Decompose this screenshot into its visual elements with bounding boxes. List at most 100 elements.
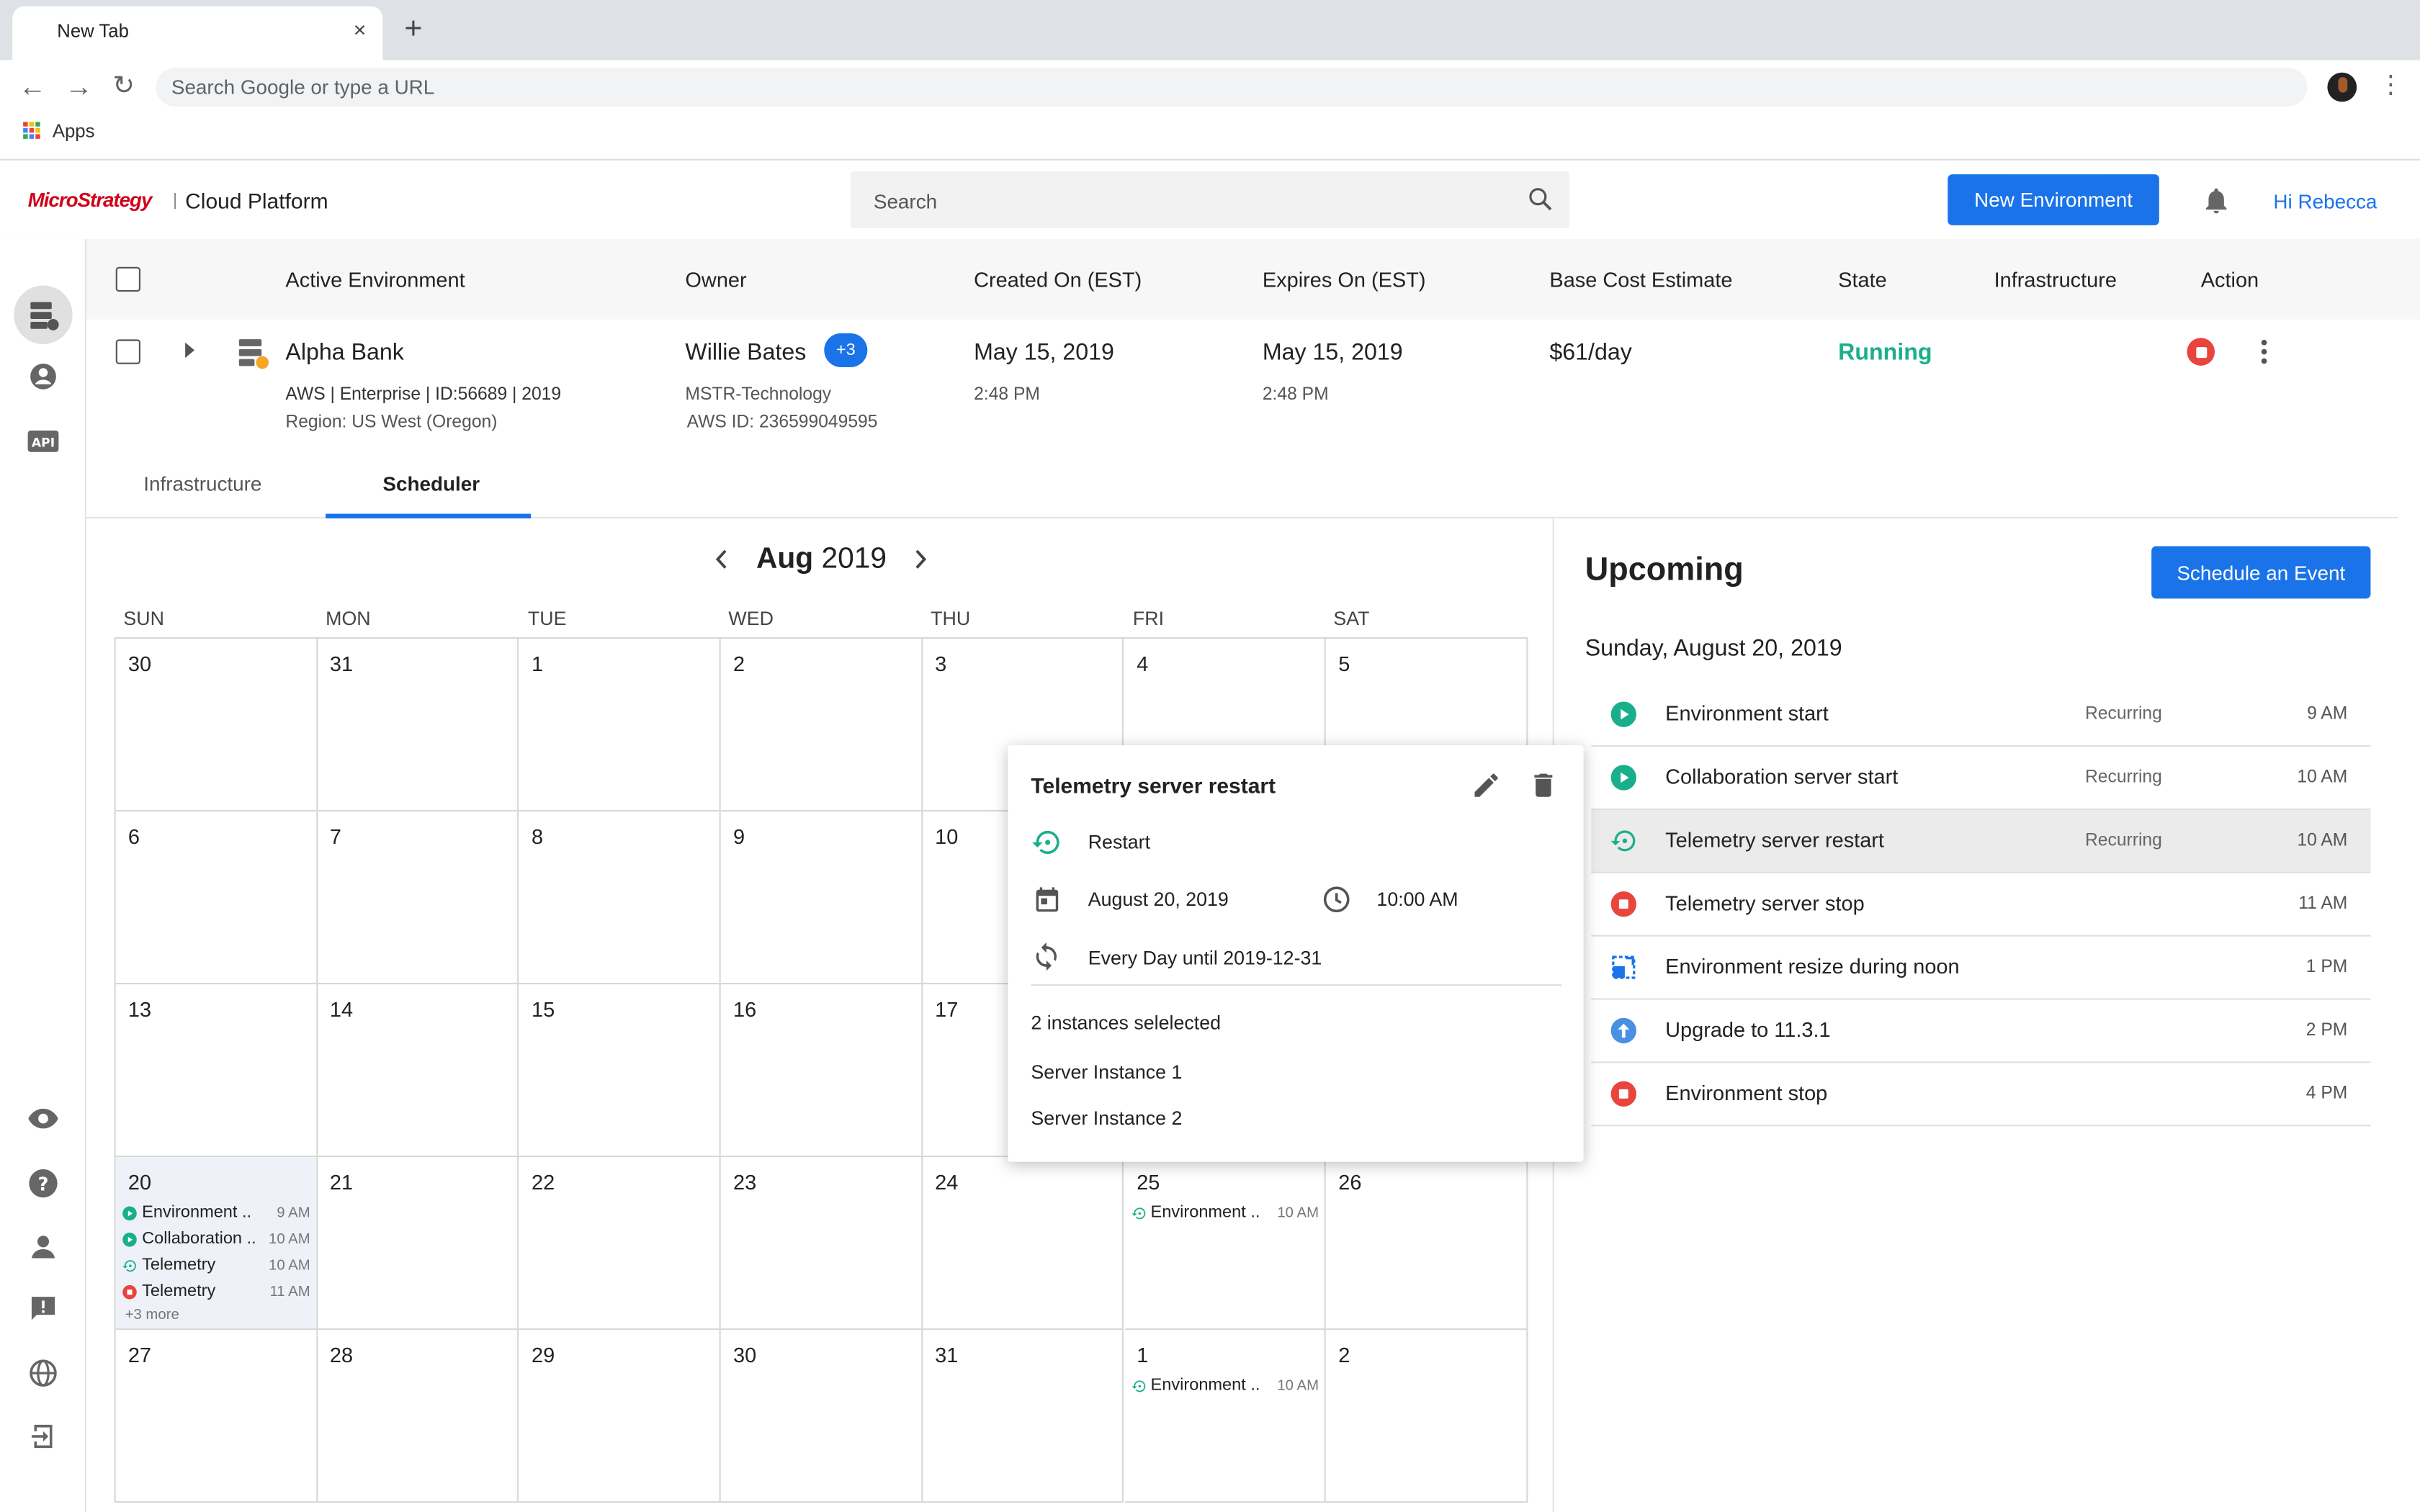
new-tab-icon[interactable]: + [404, 14, 422, 45]
col-expires-on[interactable]: Expires On (EST) [1263, 269, 1426, 292]
col-active-environment[interactable]: Active Environment [285, 269, 465, 292]
calendar-day-cell[interactable]: 30 [115, 639, 318, 812]
upcoming-item[interactable]: Environment stop 4 PM [1591, 1063, 2371, 1127]
calendar-day-cell[interactable]: 22 [519, 1157, 721, 1331]
calendar-day-cell[interactable]: 15 [519, 984, 721, 1158]
calendar-day-number: 29 [531, 1344, 555, 1367]
calendar-event-label: Environment .. [142, 1203, 252, 1223]
select-all-checkbox[interactable] [115, 266, 140, 292]
new-environment-button[interactable]: New Environment [1948, 174, 2159, 225]
calendar-day-cell[interactable]: 2 [720, 639, 923, 812]
prev-month-chevron-icon[interactable] [714, 549, 728, 570]
calendar-day-cell[interactable]: 14 [317, 984, 519, 1158]
dow-tue: TUE [527, 608, 567, 630]
calendar-day-cell[interactable]: 26 [1326, 1157, 1528, 1331]
tab-close-icon[interactable]: × [354, 17, 367, 42]
col-base-cost[interactable]: Base Cost Estimate [1549, 269, 1732, 292]
omnibox[interactable]: Search Google or type a URL [156, 68, 2308, 107]
calendar-event[interactable]: Telemetry 11 AM [122, 1279, 310, 1303]
back-icon[interactable]: ← [19, 73, 47, 101]
calendar-day-cell[interactable]: 21 [317, 1157, 519, 1331]
api-icon[interactable]: API [24, 423, 61, 459]
user-greeting[interactable]: Hi Rebecca [2273, 190, 2377, 213]
browser-tab[interactable]: New Tab × [12, 6, 383, 60]
calendar-day-cell[interactable]: 23 [720, 1157, 923, 1331]
stop-icon [1610, 1080, 1638, 1108]
upcoming-item-name: Environment start [1665, 701, 1829, 726]
calendar-day-cell[interactable]: 31 [317, 639, 519, 812]
search-input[interactable]: Search [850, 171, 1570, 229]
calendar-day-cell[interactable]: 28 [317, 1330, 519, 1503]
expand-row-icon[interactable] [184, 342, 196, 359]
col-infrastructure[interactable]: Infrastructure [1994, 269, 2117, 292]
environments-icon[interactable] [24, 296, 61, 333]
chrome-menu-icon[interactable]: ⋮ [2378, 73, 2403, 99]
owner-count-badge[interactable]: +3 [824, 333, 868, 367]
tab-infrastructure[interactable]: Infrastructure [143, 472, 261, 495]
calendar-day-cell[interactable]: 7 [317, 811, 519, 985]
schedule-event-button[interactable]: Schedule an Event [2151, 546, 2371, 599]
upcoming-item[interactable]: Collaboration server start Recurring 10 AM [1591, 747, 2371, 810]
upcoming-item[interactable]: Upgrade to 11.3.1 2 PM [1591, 1000, 2371, 1063]
eye-icon[interactable] [24, 1100, 61, 1137]
calendar-day-cell[interactable]: 1 [519, 639, 721, 812]
calendar-day-cell[interactable]: 27 [115, 1330, 318, 1503]
col-state[interactable]: State [1838, 269, 1887, 292]
calendar-event[interactable]: Collaboration .. 10 AM [122, 1227, 310, 1251]
col-created-on[interactable]: Created On (EST) [974, 269, 1142, 292]
environment-name[interactable]: Alpha Bank [285, 339, 403, 365]
row-checkbox[interactable] [115, 339, 140, 364]
calendar-day-cell[interactable]: 16 [720, 984, 923, 1158]
upcoming-item[interactable]: Environment start Recurring 9 AM [1591, 683, 2371, 747]
feedback-icon[interactable] [24, 1290, 61, 1326]
bell-icon[interactable] [2201, 185, 2232, 216]
reload-icon[interactable]: ↻ [112, 72, 135, 101]
more-events-link[interactable]: +3 more [125, 1307, 179, 1324]
apps-grid-icon[interactable] [23, 122, 40, 139]
upcoming-item-name: Environment stop [1665, 1081, 1828, 1105]
calendar-event-time: 10 AM [1277, 1377, 1319, 1395]
calendar-event[interactable]: Telemetry 10 AM [122, 1253, 310, 1277]
help-icon[interactable]: ? [24, 1165, 61, 1202]
calendar-day-cell[interactable]: 9 [720, 811, 923, 985]
col-owner[interactable]: Owner [685, 269, 746, 292]
bookmark-apps[interactable]: Apps [53, 120, 95, 142]
logout-icon[interactable] [24, 1418, 61, 1454]
calendar-day-cell[interactable]: 20 Environment .. 9 AM Collaboration .. 10 A… [115, 1157, 318, 1331]
calendar-day-cell[interactable]: 13 [115, 984, 318, 1158]
profile-avatar[interactable] [2327, 72, 2357, 102]
upcoming-item-recurring: Recurring [2085, 705, 2162, 724]
search-icon[interactable] [1526, 185, 1554, 213]
calendar-day-cell[interactable]: 2 [1326, 1330, 1528, 1503]
upcoming-item[interactable]: Environment resize during noon 1 PM [1591, 937, 2371, 1000]
calendar-event[interactable]: Environment .. 9 AM [122, 1200, 310, 1225]
instance-item[interactable]: Server Instance 1 [1031, 1061, 1182, 1083]
calendar-day-cell[interactable]: 8 [519, 811, 721, 985]
calendar-event[interactable]: Environment .. 10 AM [1131, 1373, 1319, 1398]
calendar-day-cell[interactable]: 31 [922, 1330, 1125, 1503]
forward-icon[interactable]: → [65, 73, 93, 101]
upcoming-item[interactable]: Telemetry server stop 11 AM [1591, 873, 2371, 937]
instance-item[interactable]: Server Instance 2 [1031, 1108, 1182, 1130]
upcoming-item[interactable]: Telemetry server restart Recurring 10 AM [1591, 810, 2371, 873]
delete-icon[interactable] [1528, 770, 1559, 801]
next-month-chevron-icon[interactable] [914, 549, 928, 570]
upcoming-item-time: 1 PM [2305, 958, 2348, 977]
calendar-event[interactable]: Environment .. 10 AM [1131, 1200, 1319, 1225]
restart-icon [1032, 830, 1059, 855]
calendar-day-cell[interactable]: 6 [115, 811, 318, 985]
tab-scheduler[interactable]: Scheduler [382, 472, 480, 495]
calendar-day-cell[interactable]: 24 [922, 1157, 1125, 1331]
admin-user-icon[interactable] [24, 1228, 61, 1265]
globe-icon[interactable] [24, 1354, 61, 1391]
account-icon[interactable] [24, 358, 61, 395]
calendar-day-cell[interactable]: 29 [519, 1330, 721, 1503]
created-time: 2:48 PM [974, 385, 1040, 405]
more-actions-icon[interactable] [2258, 338, 2270, 366]
stop-environment-button[interactable] [2187, 338, 2215, 366]
edit-icon[interactable] [1471, 770, 1502, 801]
calendar-day-cell[interactable]: 1 Environment .. 10 AM [1124, 1330, 1327, 1503]
calendar-day-cell[interactable]: 30 [720, 1330, 923, 1503]
microstrategy-logo[interactable]: MicroStrategy [28, 188, 153, 211]
calendar-day-cell[interactable]: 25 Environment .. 10 AM [1124, 1157, 1327, 1331]
